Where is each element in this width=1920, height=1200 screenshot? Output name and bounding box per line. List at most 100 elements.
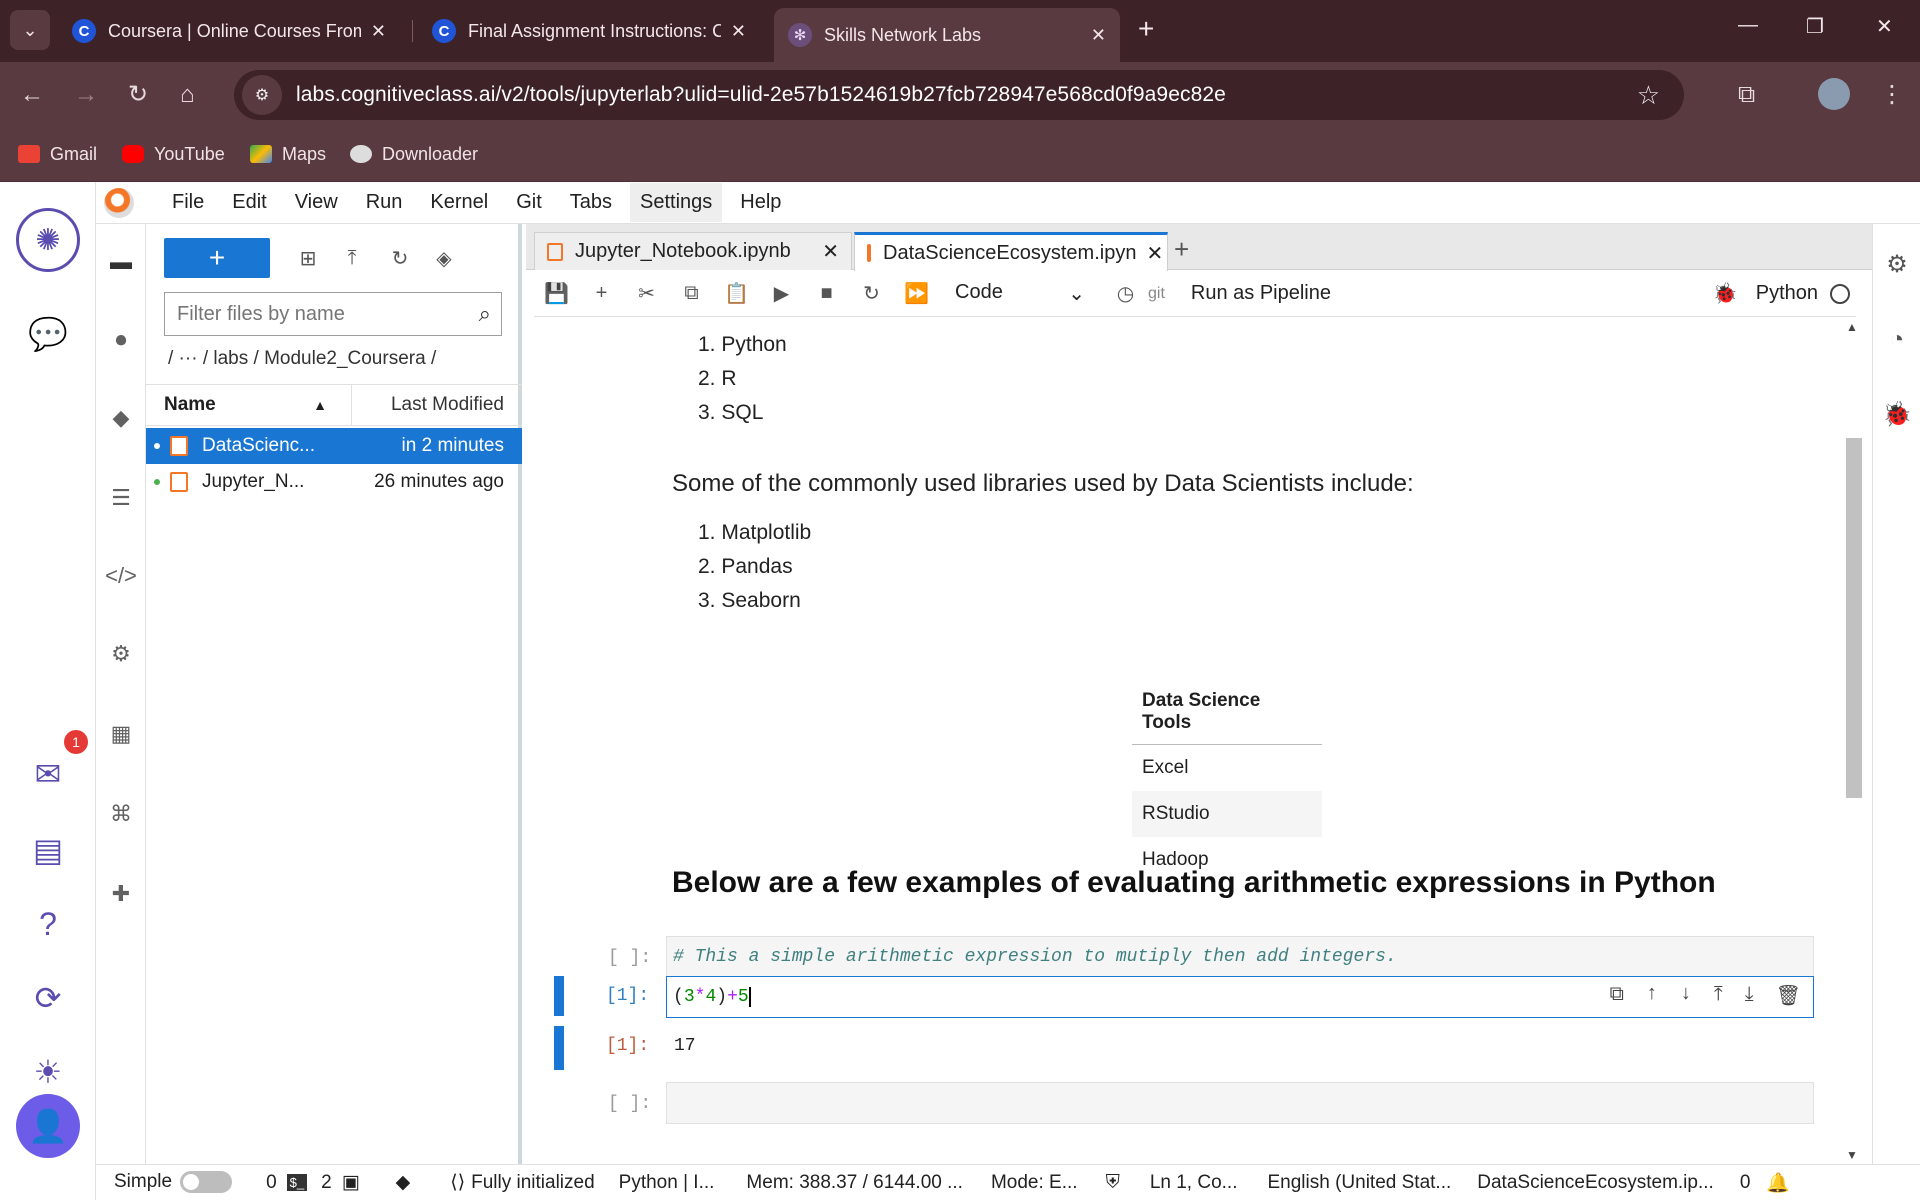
bookmark-star-icon[interactable]: ☆	[1637, 80, 1660, 111]
tab-search-chevron-icon[interactable]: ⌄	[10, 10, 50, 50]
property-inspector-gear-icon[interactable]: ⚙	[96, 634, 146, 674]
more-menu-icon[interactable]: ⋮	[1880, 80, 1904, 110]
spellcheck-language[interactable]: English (United Stat...	[1268, 1172, 1452, 1194]
git-clone-icon[interactable]: ◈	[424, 238, 464, 278]
paste-icon[interactable]: 📋	[714, 281, 759, 306]
browser-tab-skills-network[interactable]: ✻ Skills Network Labs ✕	[774, 8, 1120, 62]
new-launcher-button[interactable]: +	[164, 238, 270, 278]
name-column-header[interactable]: Name ▲	[146, 385, 352, 425]
insert-above-icon[interactable]: ⤒	[1714, 983, 1723, 1009]
move-up-arrow-icon[interactable]: ↑	[1646, 983, 1658, 1009]
file-filter-field[interactable]: ⌕	[164, 292, 502, 336]
file-filter-input[interactable]	[177, 302, 447, 326]
forward-arrow-icon[interactable]: →	[74, 80, 98, 110]
address-bar[interactable]: ⚙ labs.cognitiveclass.ai/v2/tools/jupyte…	[234, 70, 1684, 120]
run-all-icon[interactable]: ⏩	[894, 281, 939, 306]
bookmark-downloader[interactable]: Downloader	[350, 140, 478, 168]
close-tab-icon[interactable]: ✕	[1091, 25, 1106, 46]
user-avatar-icon[interactable]: 👤	[16, 1094, 80, 1158]
cursor-position[interactable]: Ln 1, Co...	[1150, 1172, 1238, 1194]
file-row[interactable]: Jupyter_N... 26 minutes ago	[146, 464, 522, 500]
code-cell-active[interactable]: (3 * 4) +5 ⧉ ↑ ↓ ⤒ ⤓ 🗑	[666, 976, 1814, 1018]
git-icon[interactable]: ◆	[96, 398, 146, 438]
table-of-contents-icon[interactable]: ☰	[96, 478, 146, 518]
inbox-icon[interactable]: ✉ 1	[16, 730, 88, 806]
menu-kernel[interactable]: Kernel	[420, 183, 498, 222]
minimize-icon[interactable]: —	[1738, 14, 1758, 37]
run-cell-icon[interactable]: ▶	[759, 281, 804, 306]
code-cell-empty[interactable]	[666, 1082, 1814, 1124]
notebook-scrollbar[interactable]: ▲ ▼	[1842, 318, 1864, 1164]
git-diff-button[interactable]: git	[1148, 285, 1165, 303]
extensions-puzzle-icon[interactable]: ✚	[96, 874, 146, 914]
menu-help[interactable]: Help	[730, 183, 791, 222]
kernel-name-button[interactable]: Python	[1756, 282, 1818, 305]
property-inspector-gears-icon[interactable]: ⚙	[1881, 248, 1913, 280]
simple-mode-toggle[interactable]: Simple	[114, 1171, 233, 1194]
code-snippets-icon[interactable]: </>	[96, 556, 146, 596]
new-doc-tab-plus-icon[interactable]: +	[1174, 234, 1189, 265]
skills-network-logo-icon[interactable]: ✺	[16, 208, 80, 272]
doc-tab-jupyter-notebook[interactable]: Jupyter_Notebook.ipynb ✕	[534, 232, 852, 270]
last-modified-column-header[interactable]: Last Modified	[352, 394, 522, 416]
close-tab-icon[interactable]: ✕	[371, 21, 386, 42]
file-browser-folder-icon[interactable]: ▬	[96, 242, 146, 282]
home-icon[interactable]: ⌂	[180, 80, 195, 110]
kernel-chip-icon[interactable]: ▣	[342, 1171, 360, 1194]
delete-trash-icon[interactable]: 🗑	[1776, 983, 1801, 1009]
kernel-status[interactable]: Python | I...	[619, 1172, 715, 1194]
menu-edit[interactable]: Edit	[222, 183, 276, 222]
close-tab-icon[interactable]: ✕	[1146, 241, 1163, 266]
browser-tab-assignment[interactable]: C Final Assignment Instructions: C ✕	[418, 8, 760, 54]
save-icon[interactable]: 💾	[534, 281, 579, 306]
running-kernels-stop-icon[interactable]: ⏺	[96, 320, 146, 360]
bookmark-gmail[interactable]: Gmail	[18, 140, 97, 168]
menu-tabs[interactable]: Tabs	[560, 183, 622, 222]
elyra-icon[interactable]: ▦	[96, 714, 146, 754]
file-row[interactable]: DataScienc... in 2 minutes	[146, 428, 522, 464]
run-as-pipeline-button[interactable]: Run as Pipeline	[1191, 282, 1331, 305]
help-icon[interactable]: ?	[16, 892, 80, 956]
new-tab-plus-icon[interactable]: +	[1138, 14, 1154, 44]
menu-view[interactable]: View	[285, 183, 348, 222]
close-tab-icon[interactable]: ✕	[731, 21, 746, 42]
doc-tab-data-science-ecosystem[interactable]: DataScienceEcosystem.ipyn ✕	[854, 232, 1168, 271]
menu-file[interactable]: File	[162, 183, 214, 222]
pipeline-components-icon[interactable]: ⌘	[96, 794, 146, 834]
bookmark-youtube[interactable]: YouTube	[122, 140, 225, 168]
move-down-arrow-icon[interactable]: ↓	[1680, 983, 1692, 1009]
extensions-icon[interactable]: ⧉	[1738, 80, 1755, 110]
scroll-up-arrow-icon[interactable]: ▲	[1846, 320, 1858, 334]
cell-type-select[interactable]: Code ⌄	[955, 281, 1085, 306]
chat-assistant-icon[interactable]: 💬	[16, 302, 80, 366]
bell-icon[interactable]: 🔔	[1766, 1171, 1790, 1195]
toggle-switch[interactable]	[180, 1171, 233, 1194]
refresh-icon[interactable]: ↻	[380, 238, 420, 278]
upload-icon[interactable]: ⤒	[332, 238, 372, 278]
bookmark-maps[interactable]: Maps	[250, 140, 326, 168]
clock-icon[interactable]: ◷	[1103, 281, 1148, 306]
shield-icon[interactable]: ⛨	[1106, 1172, 1120, 1194]
window-close-icon[interactable]: ✕	[1876, 14, 1893, 39]
sync-icon[interactable]: ⟳	[16, 966, 80, 1030]
insert-cell-plus-icon[interactable]: +	[579, 282, 624, 305]
breadcrumb[interactable]: / ··· / labs / Module2_Coursera /	[168, 348, 436, 370]
cut-icon[interactable]: ✂	[624, 281, 669, 306]
browser-tab-coursera[interactable]: C Coursera | Online Courses From ✕	[58, 8, 400, 54]
output-collapser[interactable]	[554, 1026, 564, 1070]
close-tab-icon[interactable]: ✕	[822, 239, 839, 264]
menu-run[interactable]: Run	[356, 183, 413, 222]
scroll-down-arrow-icon[interactable]: ▼	[1846, 1148, 1858, 1162]
interrupt-stop-icon[interactable]: ■	[804, 282, 849, 305]
debugger-bug-icon[interactable]: 🐞	[1703, 281, 1748, 306]
duplicate-cell-icon[interactable]: ⧉	[1610, 983, 1624, 1009]
menu-settings[interactable]: Settings	[630, 183, 723, 222]
cell-collapser[interactable]	[554, 976, 564, 1016]
restart-kernel-icon[interactable]: ↻	[849, 281, 894, 306]
menu-git[interactable]: Git	[506, 183, 552, 222]
news-icon[interactable]: ▤	[16, 818, 80, 882]
code-cell-comment[interactable]: # This a simple arithmetic expression to…	[666, 936, 1814, 978]
reload-icon[interactable]: ↻	[128, 80, 148, 110]
scrollbar-thumb[interactable]	[1846, 438, 1862, 798]
copy-icon[interactable]: ⧉	[669, 282, 714, 305]
